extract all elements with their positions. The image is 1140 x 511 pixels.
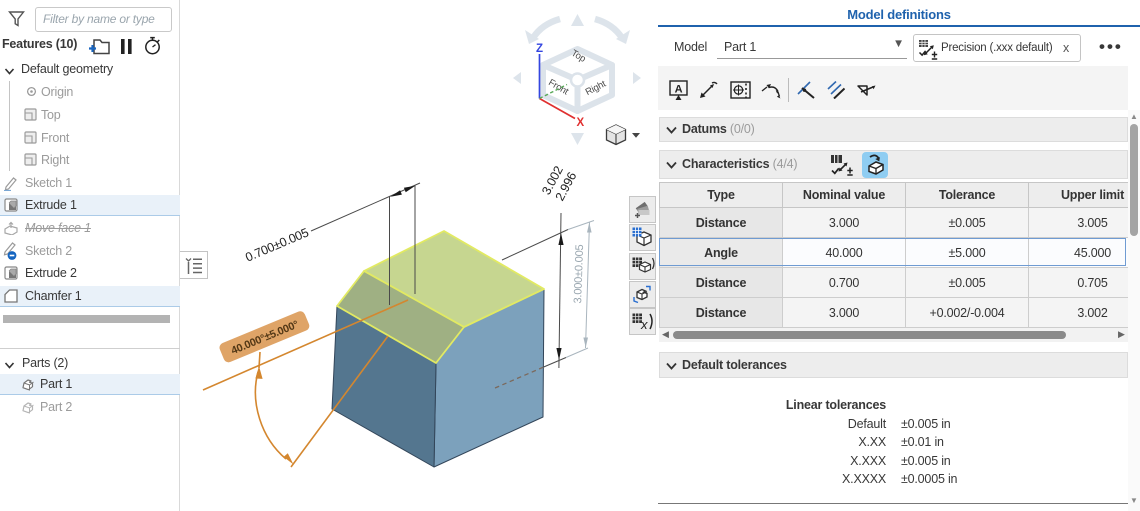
svg-text:A: A: [675, 84, 683, 96]
svg-text:0.700±0.005: 0.700±0.005: [243, 225, 311, 264]
svg-text:X: X: [577, 117, 585, 129]
svg-text:Z: Z: [536, 43, 543, 55]
svg-text:3.000±0.005: 3.000±0.005: [572, 244, 586, 303]
svg-text:x: x: [640, 317, 648, 332]
